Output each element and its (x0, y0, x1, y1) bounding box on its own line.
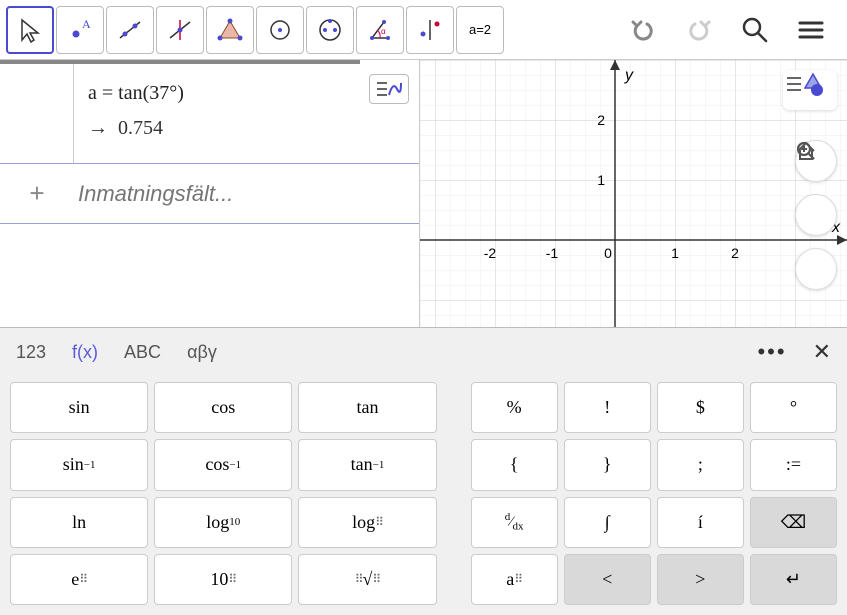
svg-text:1: 1 (597, 172, 605, 188)
key-[interactable]: ; (657, 439, 744, 490)
svg-text:2: 2 (597, 112, 605, 128)
graphics-buttons (795, 140, 837, 290)
svg-text:0: 0 (604, 245, 612, 261)
input-field[interactable] (74, 171, 419, 217)
graphics-view[interactable]: y x -2 -1 0 1 2 1 2 (420, 60, 847, 327)
tool-circle[interactable] (256, 6, 304, 54)
tool-polygon[interactable] (206, 6, 254, 54)
expr-func: tan (118, 82, 142, 104)
key-left[interactable]: < (564, 554, 651, 605)
key-deriv[interactable]: d⁄dx (471, 497, 558, 548)
kb-tab-greek[interactable]: αβγ (187, 342, 217, 363)
algebra-entry[interactable]: a = tan(37°) → 0.754 (0, 64, 419, 164)
svg-text:α: α (381, 27, 386, 36)
kb-tab-fx[interactable]: f(x) (72, 342, 98, 363)
key-subscript[interactable]: a⠿ (471, 554, 558, 605)
svg-text:-1: -1 (546, 245, 559, 261)
tool-angle[interactable]: α (356, 6, 404, 54)
key-sin[interactable]: sin (10, 382, 148, 433)
key-[interactable]: % (471, 382, 558, 433)
key-acos[interactable]: cos−1 (154, 439, 292, 490)
output-toggle-button[interactable] (369, 74, 409, 104)
key-enter[interactable]: ↵ (750, 554, 837, 605)
redo-button[interactable] (681, 12, 717, 48)
key-integral[interactable]: ∫ (564, 497, 651, 548)
kb-tab-123[interactable]: 123 (16, 342, 46, 363)
keyboard-tabs: 123 f(x) ABC αβγ ••• ✕ (0, 328, 847, 376)
key-iacute[interactable]: í (657, 497, 744, 548)
key-logn[interactable]: log⠿ (298, 497, 436, 548)
kb-more-button[interactable]: ••• (757, 339, 786, 365)
menu-button[interactable] (793, 12, 829, 48)
keyboard-grid: sincostan%!$° sin−1cos−1tan−1 {};:= lnlog10… (0, 376, 847, 615)
expr-arg: (37°) (143, 82, 184, 104)
key-log10[interactable]: log10 (154, 497, 292, 548)
zoom-out-button[interactable] (795, 248, 837, 290)
svg-text:A: A (82, 17, 91, 31)
key-nroot[interactable]: ⠿√⠿ (298, 554, 436, 605)
tool-group: A α a=2 (6, 6, 504, 54)
key-asin[interactable]: sin−1 (10, 439, 148, 490)
key-cos[interactable]: cos (154, 382, 292, 433)
key-[interactable]: $ (657, 382, 744, 433)
undo-button[interactable] (625, 12, 661, 48)
svg-text:2: 2 (731, 245, 739, 261)
key-tan[interactable]: tan (298, 382, 436, 433)
key-[interactable]: } (564, 439, 651, 490)
key-right[interactable]: > (657, 554, 744, 605)
key-backspace[interactable]: ⌫ (750, 497, 837, 548)
out-value: 0.754 (118, 117, 163, 139)
kb-close-button[interactable]: ✕ (813, 339, 831, 365)
svg-text:-2: -2 (484, 245, 497, 261)
key-[interactable]: := (750, 439, 837, 490)
key-atan[interactable]: tan−1 (298, 439, 436, 490)
tool-move[interactable] (6, 6, 54, 54)
tool-slider-label: a=2 (469, 22, 491, 37)
key-[interactable]: ! (564, 382, 651, 433)
tool-point[interactable]: A (56, 6, 104, 54)
kb-tab-abc[interactable]: ABC (124, 342, 161, 363)
input-row: + (0, 164, 419, 224)
search-button[interactable] (737, 12, 773, 48)
tool-perpendicular[interactable] (156, 6, 204, 54)
tool-ellipse[interactable] (306, 6, 354, 54)
tool-slider[interactable]: a=2 (456, 6, 504, 54)
y-axis-label: y (624, 67, 634, 84)
key-[interactable]: { (471, 439, 558, 490)
tool-line[interactable] (106, 6, 154, 54)
zoom-in-button[interactable] (795, 194, 837, 236)
style-bar-button[interactable] (783, 70, 837, 110)
add-entry-button[interactable]: + (0, 178, 74, 209)
expr-var: a (88, 82, 97, 104)
out-arrow: → (88, 117, 108, 139)
entry-handle[interactable] (0, 64, 74, 163)
virtual-keyboard: 123 f(x) ABC αβγ ••• ✕ sincostan%!$° sin−… (0, 327, 847, 615)
svg-text:1: 1 (671, 245, 679, 261)
toolbar: A α a=2 (0, 0, 847, 60)
algebra-view: a = tan(37°) → 0.754 + (0, 60, 420, 327)
entry-output: → 0.754 (88, 117, 405, 140)
expr-eq: = (97, 82, 118, 104)
main-area: a = tan(37°) → 0.754 + (0, 60, 847, 327)
key-[interactable]: ° (750, 382, 837, 433)
key-pow10[interactable]: 10⠿ (154, 554, 292, 605)
entry-body: a = tan(37°) → 0.754 (74, 64, 419, 163)
entry-expression: a = tan(37°) (88, 82, 405, 105)
key-exp[interactable]: e⠿ (10, 554, 148, 605)
toolbar-right (625, 12, 841, 48)
key-ln[interactable]: ln (10, 497, 148, 548)
tool-reflect[interactable] (406, 6, 454, 54)
